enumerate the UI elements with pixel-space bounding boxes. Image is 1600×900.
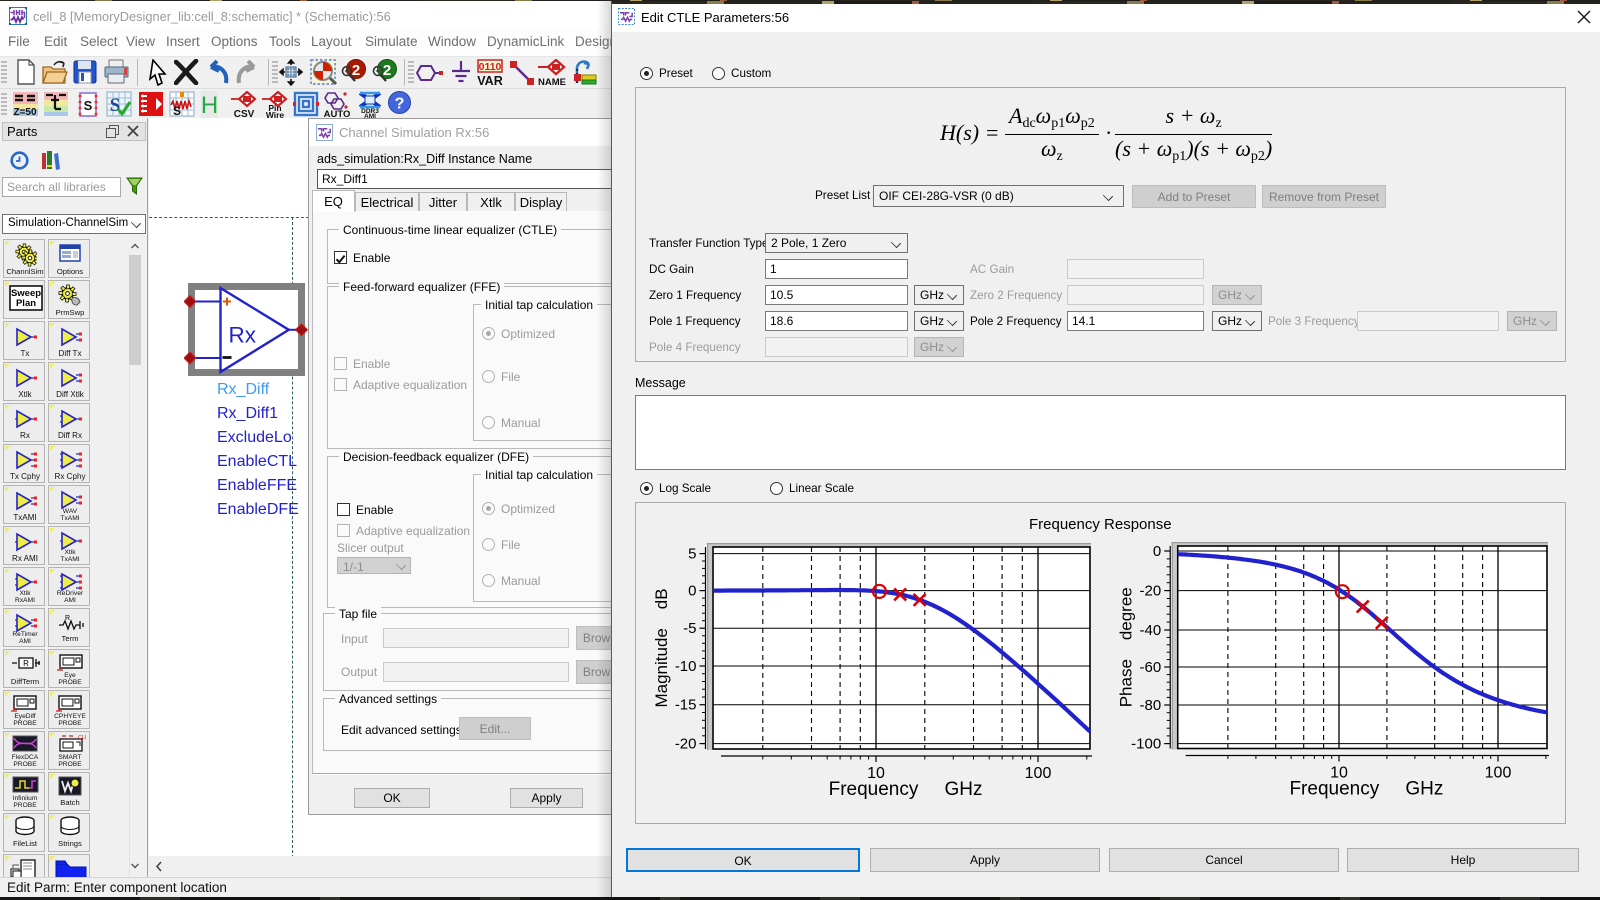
svg-text:-5: -5 [683, 620, 696, 637]
svg-text:0: 0 [1153, 543, 1161, 560]
svg-text:2: 2 [383, 62, 391, 79]
svg-text:R: R [23, 659, 29, 668]
svg-text:-15: -15 [675, 697, 697, 714]
svg-text:H: H [201, 92, 218, 118]
svg-text:-10: -10 [675, 658, 697, 675]
svg-text:CSV: CSV [234, 109, 255, 118]
svg-text:5: 5 [688, 546, 696, 563]
svg-text:Rx: Rx [229, 323, 257, 348]
svg-text:NAME: NAME [538, 77, 566, 86]
svg-text:Frequency: Frequency [1289, 779, 1379, 800]
svg-text:S: S [173, 104, 181, 117]
svg-text:-100: -100 [1131, 736, 1161, 753]
svg-text:0: 0 [688, 583, 696, 600]
svg-text:-20: -20 [1140, 583, 1162, 600]
svg-text:GHz: GHz [1405, 779, 1443, 800]
svg-text:Magnitude dB: Magnitude dB [652, 588, 671, 707]
svg-text:2: 2 [352, 62, 360, 79]
svg-text:-20: -20 [675, 736, 697, 753]
svg-text:Wire: Wire [266, 110, 285, 118]
svg-text:AUTO: AUTO [324, 109, 350, 118]
svg-text:Phase degree: Phase degree [1117, 587, 1136, 707]
svg-text:-60: -60 [1140, 659, 1162, 676]
svg-text:100: 100 [1025, 765, 1052, 782]
svg-text:-80: -80 [1140, 697, 1162, 714]
svg-text:100: 100 [1485, 765, 1512, 782]
svg-text:R: R [65, 615, 70, 622]
svg-text:-40: -40 [1140, 622, 1162, 639]
svg-text:Plan: Plan [16, 298, 36, 309]
svg-text:Z=50: Z=50 [13, 107, 37, 117]
svg-text:?: ? [395, 96, 405, 113]
svg-text:Frequency: Frequency [829, 779, 919, 800]
svg-text:0110: 0110 [479, 61, 502, 73]
svg-text:S: S [84, 98, 93, 113]
svg-text:S: S [110, 95, 121, 116]
svg-text:CLK: CLK [78, 735, 86, 741]
svg-text:GHz: GHz [945, 779, 983, 800]
svg-text:VAR: VAR [477, 74, 502, 86]
